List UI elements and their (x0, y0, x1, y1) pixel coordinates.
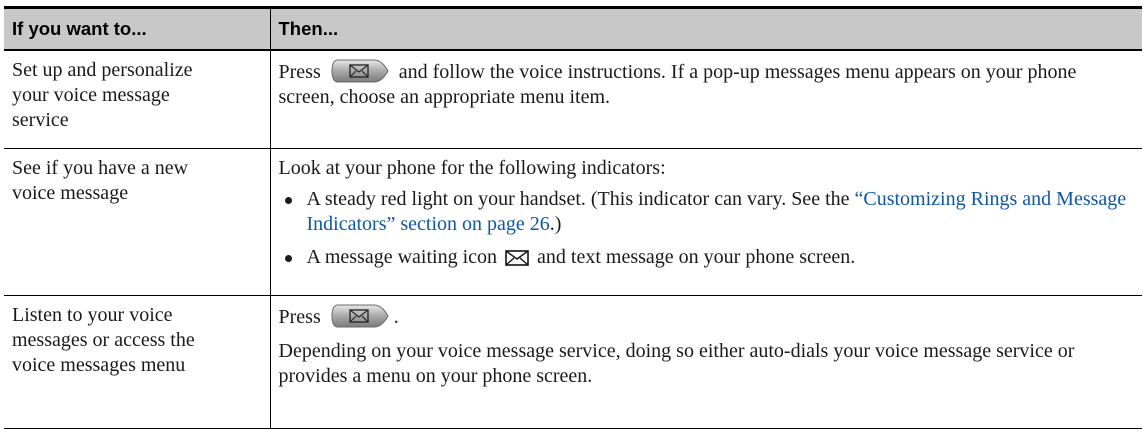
then-cell: Look at your phone for the following ind… (269, 148, 1142, 296)
then-text-pre: Press (278, 306, 321, 328)
table-header-row: If you want to... Then... (4, 6, 1142, 51)
bullet1-text: A steady red light on your handset. (Thi… (306, 188, 855, 210)
want-cell: Listen to your voice messages or access … (4, 295, 270, 429)
bullet-icon (284, 197, 292, 204)
bullet2-text: A message waiting icon (306, 246, 498, 268)
indicators-intro: Look at your phone for the following ind… (278, 157, 666, 179)
header-if-you-want: If you want to... (4, 6, 270, 51)
voice-message-table: If you want to... Then... Set up and per… (4, 6, 1142, 429)
then-cell: Press and follow the voice instructions. (269, 50, 1142, 149)
table-row: Listen to your voice messages or access … (4, 295, 1142, 429)
then-text-post: and follow the voice instructions. If a … (278, 61, 1077, 108)
want-text: Set up and personalize your voice messag… (12, 59, 193, 131)
messages-button-icon (330, 58, 390, 84)
table-row: See if you have a new voice message Look… (4, 148, 1142, 296)
messages-button-icon (330, 303, 390, 329)
want-text: See if you have a new voice message (12, 157, 189, 204)
header-then: Then... (269, 6, 1142, 51)
want-cell: See if you have a new voice message (4, 148, 270, 296)
message-waiting-icon (505, 249, 529, 274)
list-item: A steady red light on your handset. (Thi… (279, 187, 1135, 237)
want-text: Listen to your voice messages or access … (12, 304, 195, 376)
bullet-icon (284, 255, 292, 262)
bullet2-text-end: and text message on your phone screen. (537, 246, 856, 268)
bullet1-text-end: .) (549, 213, 562, 235)
then-text-pre: Press (278, 61, 321, 83)
then-detail: Depending on your voice message service,… (278, 340, 1075, 387)
want-cell: Set up and personalize your voice messag… (4, 50, 270, 149)
list-item: A message waiting icon and text message … (279, 245, 1135, 274)
table-row: Set up and personalize your voice messag… (4, 50, 1142, 149)
indicator-list: A steady red light on your handset. (Thi… (279, 187, 1135, 274)
then-text-post: . (393, 306, 399, 328)
then-cell: Press . Depending on your voice message … (269, 295, 1142, 429)
